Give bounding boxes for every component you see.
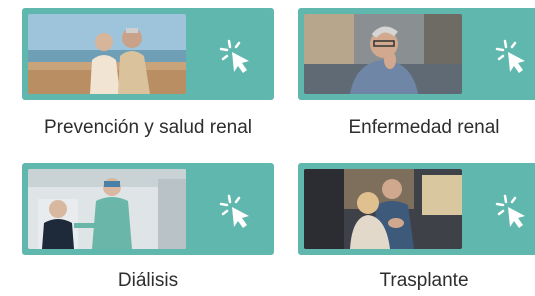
dialysis-nurse-patient-photo — [28, 169, 186, 249]
pointer-click-icon — [219, 39, 249, 73]
pensive-man-sofa-photo — [304, 14, 462, 94]
pointer-click-icon — [495, 194, 525, 228]
card-dialisis[interactable] — [22, 163, 274, 255]
card-trasplante[interactable] — [298, 163, 535, 255]
card-label-prevencion[interactable]: Prevención y salud renal — [22, 117, 274, 139]
pointer-click-icon — [495, 39, 525, 73]
pointer-click-icon — [219, 194, 249, 228]
elderly-couple-beach-photo — [28, 14, 186, 94]
couple-embrace-kitchen-photo — [304, 169, 462, 249]
card-label-trasplante[interactable]: Trasplante — [298, 270, 535, 292]
card-enfermedad-renal[interactable] — [298, 8, 535, 100]
card-prevencion[interactable] — [22, 8, 274, 100]
card-label-enfermedad-renal[interactable]: Enfermedad renal — [298, 117, 535, 139]
card-label-dialisis[interactable]: Diálisis — [22, 270, 274, 292]
